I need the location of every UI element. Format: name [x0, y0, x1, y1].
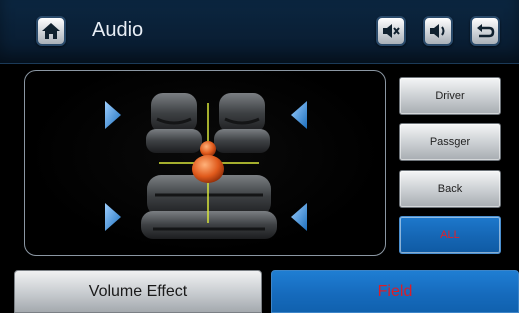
back-seat-button[interactable]: Back	[399, 170, 501, 208]
mute-button[interactable]	[376, 16, 406, 46]
sound-field-panel[interactable]	[24, 70, 386, 256]
passenger-button[interactable]: Passger	[399, 123, 501, 161]
volume-button[interactable]	[423, 16, 453, 46]
front-left-seat	[146, 93, 202, 153]
home-button[interactable]	[36, 16, 66, 46]
speaker-front-left-icon	[105, 101, 121, 129]
speaker-rear-left-icon	[105, 203, 121, 231]
all-button[interactable]: ALL	[399, 216, 501, 254]
page-title: Audio	[92, 19, 144, 41]
title-bar: Audio	[0, 0, 519, 64]
speaker-front-right-icon	[291, 101, 307, 129]
tab-volume-effect[interactable]: Volume Effect	[14, 270, 262, 313]
return-arrow-icon	[477, 24, 495, 38]
front-right-seat	[214, 93, 270, 153]
speaker-rear-right-icon	[291, 203, 307, 231]
back-button[interactable]	[470, 16, 500, 46]
home-icon	[42, 23, 60, 39]
speaker-mute-icon	[383, 24, 400, 38]
speaker-volume-icon	[430, 24, 445, 38]
rear-bench-seat	[141, 175, 277, 239]
driver-button[interactable]: Driver	[399, 77, 501, 115]
tab-field[interactable]: Field	[271, 270, 519, 313]
